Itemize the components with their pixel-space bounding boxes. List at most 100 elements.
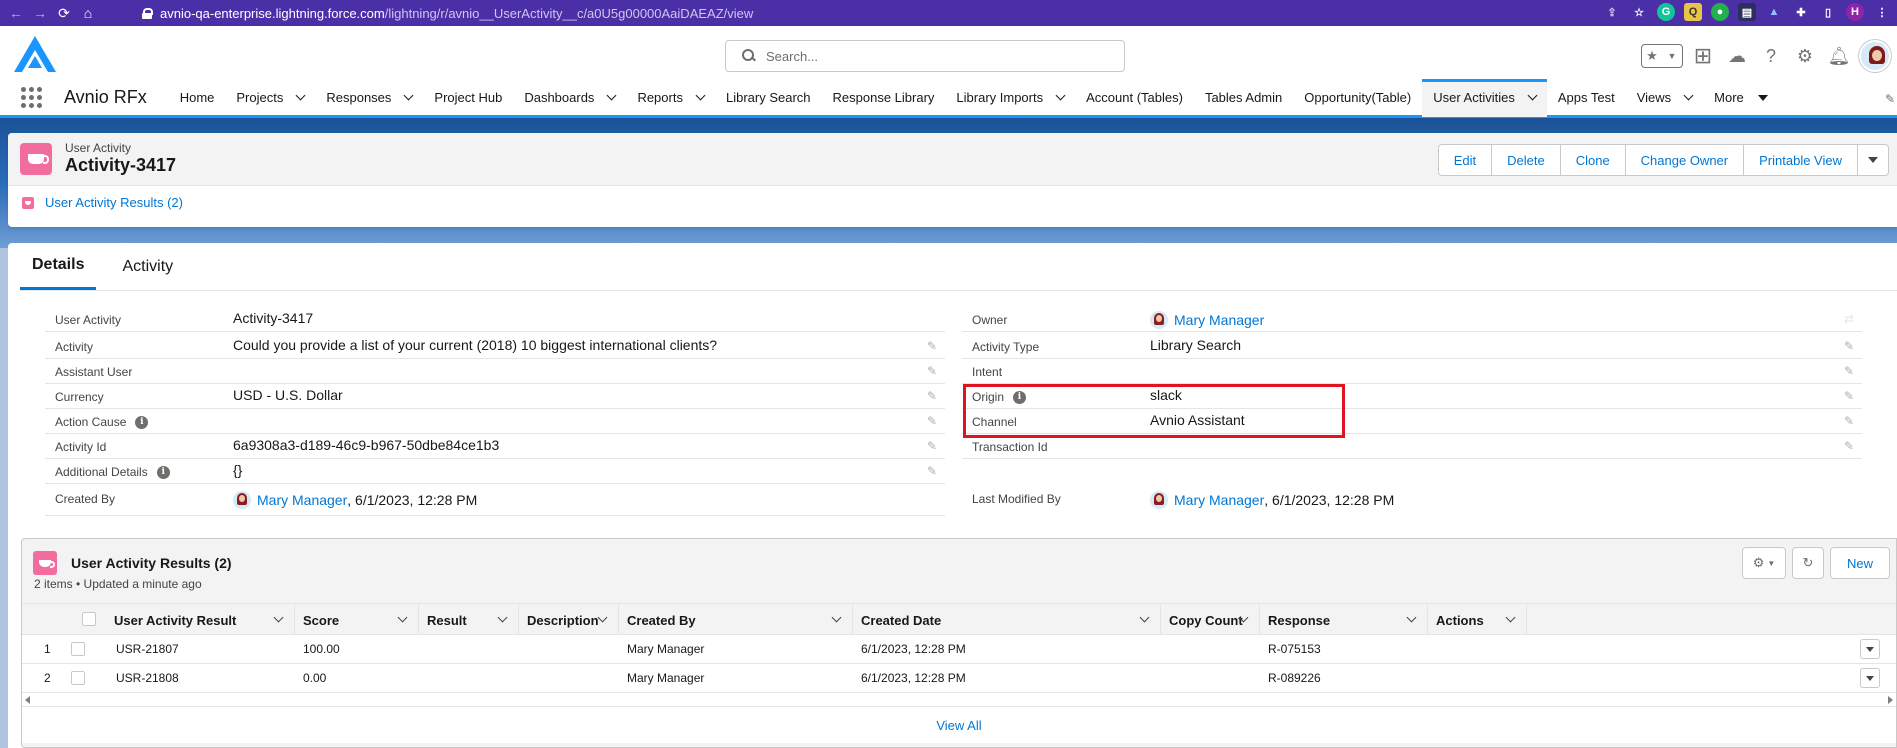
notifications-bell-icon[interactable]: 🔔︎ — [1825, 42, 1853, 70]
global-actions-icon[interactable]: ⊞ — [1689, 42, 1717, 70]
new-button[interactable]: New — [1830, 547, 1890, 579]
column-header-result[interactable]: Result — [419, 604, 519, 636]
nav-item-library-imports[interactable]: Library Imports — [945, 79, 1075, 117]
chevron-down-icon[interactable] — [597, 612, 608, 623]
change-owner-button[interactable]: Change Owner — [1624, 144, 1745, 176]
column-header-user-activity-result[interactable]: User Activity Result — [106, 604, 295, 636]
related-list-quick-link[interactable]: User Activity Results (2) — [22, 195, 183, 210]
sidebar-toggle-icon[interactable]: ▯ — [1819, 3, 1837, 21]
chevron-down-icon[interactable] — [1527, 90, 1538, 101]
tab-details[interactable]: Details — [20, 243, 97, 290]
nav-item-responses[interactable]: Responses — [315, 79, 423, 117]
chevron-down-icon[interactable] — [606, 90, 617, 101]
nav-item-apps-test[interactable]: Apps Test — [1547, 79, 1626, 117]
avnio-logo[interactable] — [12, 34, 58, 74]
back-arrow-icon[interactable]: ← — [4, 5, 28, 21]
star-icon[interactable]: ★ — [1642, 45, 1662, 67]
info-icon[interactable]: i — [156, 465, 170, 479]
chevron-down-icon[interactable] — [1757, 94, 1768, 101]
nav-item-user-activities[interactable]: User Activities — [1422, 78, 1547, 117]
edit-nav-pencil-icon[interactable]: ✎ — [1885, 92, 1895, 106]
chevron-down-icon[interactable] — [695, 90, 706, 101]
extension-q-icon[interactable]: Q — [1684, 3, 1702, 21]
profile-avatar[interactable]: H — [1846, 3, 1864, 21]
extension-green-icon[interactable]: ● — [1711, 3, 1729, 21]
created-by-link[interactable]: Mary Manager — [627, 642, 704, 656]
row-checkbox[interactable] — [71, 642, 85, 656]
chevron-down-icon[interactable] — [497, 612, 508, 623]
change-owner-icon[interactable]: ⇄ — [1844, 312, 1856, 326]
record-link[interactable]: USR-21808 — [116, 671, 179, 685]
edit-pencil-icon[interactable]: ✎ — [927, 414, 939, 428]
edit-pencil-icon[interactable]: ✎ — [1844, 389, 1856, 403]
row-checkbox[interactable] — [71, 671, 85, 685]
chevron-down-icon[interactable] — [1683, 90, 1694, 101]
extensions-puzzle-icon[interactable]: ✚ — [1792, 3, 1810, 21]
horizontal-scrollbar[interactable] — [22, 693, 1896, 707]
column-header-response[interactable]: Response — [1260, 604, 1428, 636]
edit-pencil-icon[interactable]: ✎ — [927, 364, 939, 378]
last-modified-user-link[interactable]: Mary Manager — [1174, 492, 1264, 508]
tab-activity[interactable]: Activity — [110, 243, 185, 290]
printable-view-button[interactable]: Printable View — [1743, 144, 1858, 176]
nav-item-tables-admin[interactable]: Tables Admin — [1194, 79, 1293, 117]
nav-item-more[interactable]: More — [1703, 79, 1779, 117]
edit-pencil-icon[interactable]: ✎ — [927, 389, 939, 403]
row-actions-button[interactable] — [1860, 668, 1880, 688]
list-settings-button[interactable]: ⚙ ▼ — [1742, 547, 1786, 579]
extension-triangle-icon[interactable]: ▲ — [1765, 3, 1783, 21]
info-icon[interactable]: i — [135, 415, 149, 429]
scroll-left-icon[interactable] — [25, 696, 30, 704]
reload-icon[interactable]: ⟳ — [52, 5, 76, 22]
nav-item-opportunity-table[interactable]: Opportunity(Table) — [1293, 79, 1422, 117]
column-header-description[interactable]: Description — [519, 604, 619, 636]
chevron-down-icon[interactable] — [273, 612, 284, 623]
record-link[interactable]: USR-21807 — [116, 642, 179, 656]
more-actions-dropdown-button[interactable] — [1857, 144, 1889, 176]
home-icon[interactable]: ⌂ — [76, 5, 100, 21]
edit-pencil-icon[interactable]: ✎ — [927, 439, 939, 453]
edit-pencil-icon[interactable]: ✎ — [1844, 414, 1856, 428]
browser-menu-icon[interactable]: ⋮ — [1873, 3, 1891, 21]
column-header-created-date[interactable]: Created Date — [853, 604, 1161, 636]
edit-pencil-icon[interactable]: ✎ — [1844, 439, 1856, 453]
favorites-button[interactable]: ★ ▼ — [1641, 44, 1683, 68]
response-link[interactable]: R-089226 — [1268, 671, 1321, 685]
address-bar[interactable]: avnio-qa-enterprise.lightning.force.com /… — [142, 3, 753, 23]
grammarly-extension-icon[interactable]: G — [1657, 3, 1675, 21]
favorites-dropdown-icon[interactable]: ▼ — [1662, 45, 1682, 67]
column-header-score[interactable]: Score — [295, 604, 419, 636]
nav-item-home[interactable]: Home — [169, 79, 226, 117]
chevron-down-icon[interactable] — [831, 612, 842, 623]
forward-arrow-icon[interactable]: → — [28, 5, 52, 21]
nav-item-library-search[interactable]: Library Search — [715, 79, 822, 117]
trailhead-icon[interactable]: ☁ — [1723, 42, 1751, 70]
delete-button[interactable]: Delete — [1491, 144, 1561, 176]
nav-item-response-library[interactable]: Response Library — [822, 79, 946, 117]
created-by-link[interactable]: Mary Manager — [627, 671, 704, 685]
scroll-right-icon[interactable] — [1888, 696, 1893, 704]
column-header-created-by[interactable]: Created By — [619, 604, 853, 636]
global-search-input[interactable]: Search... — [725, 40, 1125, 72]
view-all-link[interactable]: View All — [22, 707, 1896, 743]
edit-pencil-icon[interactable]: ✎ — [927, 464, 939, 478]
related-link-label[interactable]: User Activity Results (2) — [45, 195, 183, 210]
chevron-down-icon[interactable] — [1505, 612, 1516, 623]
select-all-checkbox[interactable] — [82, 612, 96, 626]
nav-item-dashboards[interactable]: Dashboards — [513, 79, 626, 117]
chevron-down-icon[interactable] — [403, 90, 414, 101]
edit-pencil-icon[interactable]: ✎ — [927, 339, 939, 353]
nav-item-account-tables[interactable]: Account (Tables) — [1075, 79, 1194, 117]
chevron-down-icon[interactable] — [295, 90, 306, 101]
app-launcher-icon[interactable] — [17, 84, 45, 112]
extension-dark-icon[interactable]: ▤ — [1738, 3, 1756, 21]
chevron-down-icon[interactable] — [1139, 612, 1150, 623]
clone-button[interactable]: Clone — [1559, 144, 1626, 176]
row-actions-button[interactable] — [1860, 639, 1880, 659]
share-icon[interactable]: ⇪ — [1603, 3, 1621, 21]
edit-pencil-icon[interactable]: ✎ — [1844, 339, 1856, 353]
column-header-copy-count[interactable]: Copy Count — [1161, 604, 1260, 636]
help-icon[interactable]: ? — [1757, 42, 1785, 70]
bookmark-star-icon[interactable]: ☆ — [1630, 3, 1648, 21]
edit-pencil-icon[interactable]: ✎ — [1844, 364, 1856, 378]
